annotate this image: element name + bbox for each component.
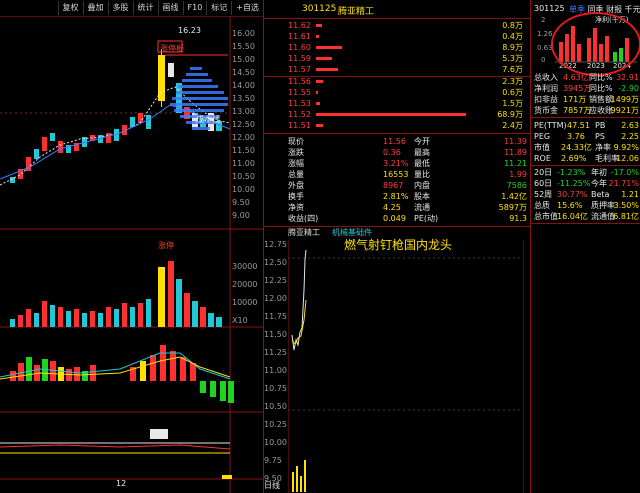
limit-up-tag: 涨停板 <box>160 44 184 53</box>
macd-bars <box>10 345 234 403</box>
volume-bars <box>10 261 222 327</box>
stock-code: 301125 <box>302 4 337 14</box>
ask-row[interactable]: 11.59 5.3万 <box>264 53 527 64</box>
price-axis: 16.00 15.50 15.00 14.50 14.00 13.50 13.0… <box>232 29 255 220</box>
right-code: 301125 <box>534 4 565 13</box>
toolbar-restore-button[interactable]: 复权 <box>57 1 83 15</box>
ask-row[interactable]: 11.57 7.6万 <box>264 64 527 75</box>
bid-row[interactable]: 11.53 1.5万 <box>264 98 527 109</box>
toolbar-multi-button[interactable]: 多股 <box>107 1 133 15</box>
tab-thousand[interactable]: 千元 <box>625 5 640 14</box>
ask-row[interactable]: 11.60 8.9万 <box>264 42 527 53</box>
ask-row[interactable]: 11.61 0.4万 <box>264 31 527 42</box>
bid-row[interactable]: 11.51 2.4万 <box>264 120 527 131</box>
bid-row[interactable]: 11.52 68.9万 <box>264 109 527 120</box>
ask-row[interactable]: 11.62 0.8万 <box>264 20 527 31</box>
intraday-caption: 燃气射钉枪国内龙头 <box>344 238 453 252</box>
cost-line-label: 成本线 <box>196 115 220 124</box>
period-label[interactable]: 日线 <box>264 480 280 491</box>
intraday-tab-stock[interactable]: 腾亚精工 <box>288 227 320 238</box>
toolbar-mark-button[interactable]: 标记 <box>206 1 231 15</box>
kline-toolbar: 复权 叠加 多股 统计 画线 F10 标记 +自选 <box>0 0 263 17</box>
toolbar-watchlist-button[interactable]: +自选 <box>231 1 263 15</box>
volume-limit-tag: 涨停 <box>158 241 174 250</box>
stock-name: 腾亚精工 <box>338 7 375 17</box>
kline-chart[interactable] <box>0 17 263 493</box>
stock-header: 301125 腾亚精工 <box>264 0 531 19</box>
toolbar-stats-button[interactable]: 统计 <box>132 1 158 15</box>
toolbar-draw-button[interactable]: 画线 <box>157 1 183 15</box>
date-label: 12 <box>116 479 127 488</box>
bid-row[interactable]: 11.55 0.6万 <box>264 87 527 98</box>
bid-row[interactable]: 11.56 2.3万 <box>264 76 527 87</box>
highlight-circle <box>551 12 640 76</box>
toolbar-overlay-button[interactable]: 叠加 <box>82 1 108 15</box>
center-panel: 301125 腾亚精工 11.62 0.8万 11.61 0.4万 11.60 8.9… <box>263 0 531 493</box>
intraday-chart[interactable] <box>288 240 524 493</box>
toolbar-f10-button[interactable]: F10 <box>182 1 207 15</box>
high-mark: 16.23 <box>178 26 201 35</box>
right-panel: 301125 单季 同季 财报 千元 净利(千万) 2 1.26 0.63 0 … <box>530 0 640 493</box>
